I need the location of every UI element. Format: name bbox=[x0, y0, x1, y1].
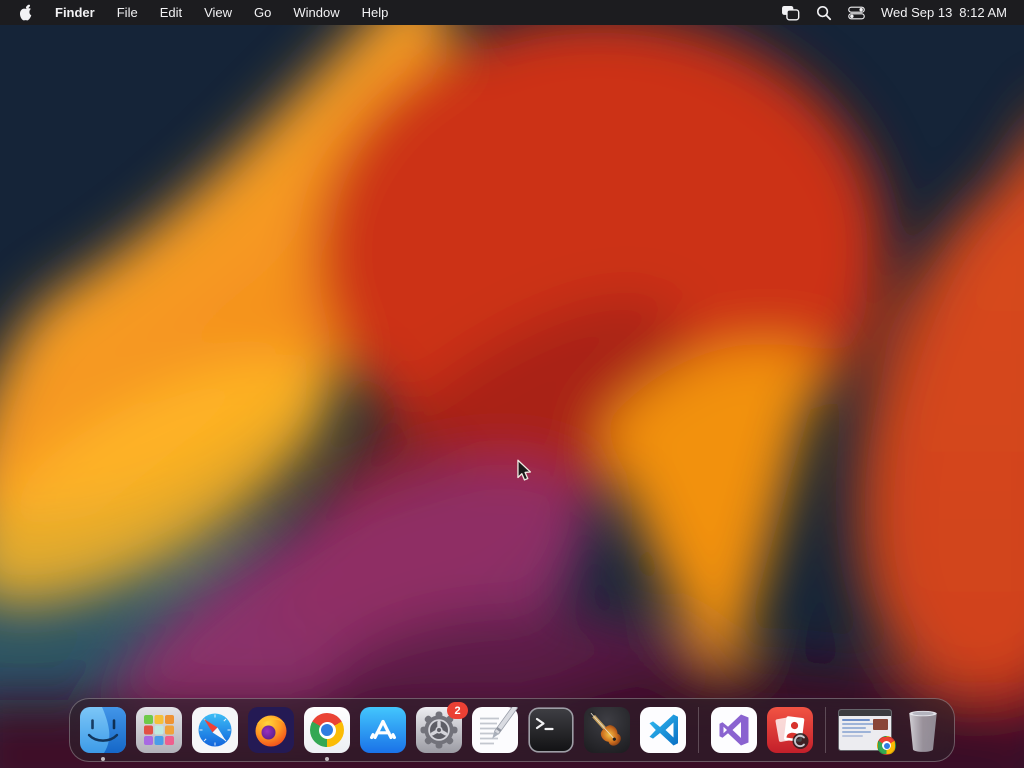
apple-menu[interactable] bbox=[0, 4, 44, 21]
menu-bar-clock[interactable]: Wed Sep 13 8:12 AM bbox=[881, 5, 1007, 20]
visual-studio-icon bbox=[711, 707, 757, 753]
dock-item-finder[interactable] bbox=[80, 707, 126, 761]
dock-item-textedit[interactable] bbox=[472, 707, 518, 753]
dock-item-app-store[interactable] bbox=[360, 707, 406, 753]
menu-item-view[interactable]: View bbox=[193, 5, 243, 20]
vscode-icon bbox=[640, 707, 686, 753]
stacked-windows-icon[interactable] bbox=[773, 5, 808, 21]
finder-icon bbox=[80, 707, 126, 753]
running-indicator-dot bbox=[101, 757, 105, 761]
safari-icon bbox=[192, 707, 238, 753]
notification-badge: 2 bbox=[447, 702, 468, 719]
dock-item-terminal[interactable] bbox=[528, 707, 574, 753]
menu-item-help[interactable]: Help bbox=[351, 5, 400, 20]
terminal-icon bbox=[528, 707, 574, 753]
garageband-icon bbox=[584, 707, 630, 753]
firefox-icon bbox=[248, 707, 294, 753]
menu-bar-left: Finder File Edit View Go Window Help bbox=[0, 4, 399, 21]
active-app-menu[interactable]: Finder bbox=[44, 5, 106, 20]
dock-item-safari[interactable] bbox=[192, 707, 238, 753]
dock-item-launchpad[interactable] bbox=[136, 707, 182, 753]
spotlight-search-icon[interactable] bbox=[808, 5, 840, 21]
dock-divider bbox=[698, 707, 699, 753]
clock-time: 8:12 AM bbox=[959, 5, 1007, 20]
dock-item-vscode[interactable] bbox=[640, 707, 686, 753]
menu-item-edit[interactable]: Edit bbox=[149, 5, 193, 20]
launchpad-icon bbox=[136, 707, 182, 753]
window-image-region bbox=[873, 719, 888, 730]
clock-date: Wed Sep 13 bbox=[880, 5, 953, 20]
control-center-icon[interactable] bbox=[840, 6, 873, 20]
menu-item-go[interactable]: Go bbox=[243, 5, 282, 20]
menu-bar: Finder File Edit View Go Window Help Wed… bbox=[0, 0, 1024, 25]
desktop-wallpaper[interactable] bbox=[0, 0, 1024, 768]
chrome-icon bbox=[304, 707, 350, 753]
menu-item-file[interactable]: File bbox=[106, 5, 149, 20]
chrome-badge-icon bbox=[877, 736, 896, 755]
dock-item-red-photo-app[interactable] bbox=[767, 707, 813, 753]
dock: 2 bbox=[69, 698, 955, 762]
dock-item-visual-studio[interactable] bbox=[711, 707, 757, 753]
menu-item-window[interactable]: Window bbox=[282, 5, 350, 20]
dock-item-chrome[interactable] bbox=[304, 707, 350, 761]
app-store-icon bbox=[360, 707, 406, 753]
screen: Finder File Edit View Go Window Help Wed… bbox=[0, 0, 1024, 768]
dock-divider bbox=[825, 707, 826, 753]
textedit-icon bbox=[472, 707, 518, 753]
red-photo-app-icon bbox=[767, 707, 813, 753]
dock-item-minimized-chrome-window[interactable] bbox=[838, 709, 896, 755]
dock-item-system-settings[interactable]: 2 bbox=[416, 702, 468, 753]
trash-icon bbox=[909, 710, 937, 752]
dock-item-firefox[interactable] bbox=[248, 707, 294, 753]
dock-item-garageband[interactable] bbox=[584, 707, 630, 753]
running-indicator-dot bbox=[325, 757, 329, 761]
menu-bar-status-area: Wed Sep 13 8:12 AM bbox=[773, 5, 1024, 21]
dock-item-trash[interactable] bbox=[902, 707, 944, 753]
apple-logo-icon bbox=[19, 4, 32, 21]
